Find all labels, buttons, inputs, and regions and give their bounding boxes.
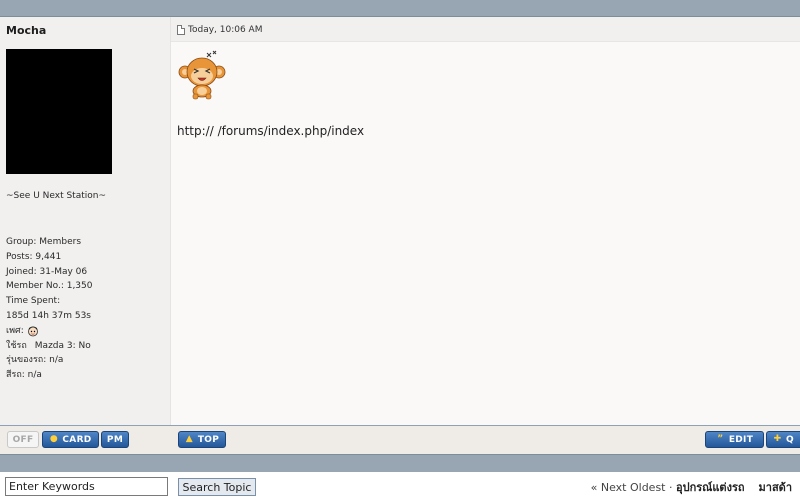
post-header: Today, 10:06 AM xyxy=(171,17,800,42)
post-body-text: http:// /forums/index.php/index xyxy=(177,124,365,138)
top-button[interactable]: ▲ TOP xyxy=(178,431,226,448)
keyword-search-input[interactable] xyxy=(5,477,168,496)
avatar xyxy=(6,49,112,174)
car-value: Mazda 3: No xyxy=(34,340,91,351)
footer: Search Topic « Next Oldest · อุปกรณ์แต่ง… xyxy=(0,472,800,500)
card-button[interactable]: ● CARD xyxy=(42,431,99,448)
post-container: Mocha ~See U Next Station~ Group: Member… xyxy=(0,17,800,425)
quote-button[interactable]: ✚ Q xyxy=(766,431,800,448)
sex-label: เพศ: xyxy=(6,325,24,336)
info-time-spent-label: Time Spent: xyxy=(6,296,61,307)
edit-button[interactable]: ” EDIT xyxy=(705,431,764,448)
document-icon xyxy=(177,25,185,35)
top-button-label: TOP xyxy=(197,434,220,445)
info-sex: เพศ: xyxy=(6,324,92,339)
female-face-icon xyxy=(26,324,40,338)
search-topic-button[interactable]: Search Topic xyxy=(178,478,256,496)
info-posts: Posts: 9,441 xyxy=(6,251,62,262)
post-action-bar: OFF ● CARD PM ▲ TOP ” EDIT ✚ Q xyxy=(0,425,800,454)
off-button[interactable]: OFF xyxy=(7,431,39,448)
topic-navigation: « Next Oldest · อุปกรณ์แต่งรถ มาสด้า xyxy=(591,478,792,496)
info-group: Group: Members xyxy=(6,237,82,247)
info-joined: Joined: 31-May 06 xyxy=(6,266,88,277)
edit-button-label: EDIT xyxy=(728,434,754,445)
info-member-no: Member No.: 1,350 xyxy=(6,281,93,292)
arrow-up-icon: ▲ xyxy=(185,434,193,444)
plus-icon: ✚ xyxy=(773,434,782,444)
next-oldest-link[interactable]: « Next Oldest · xyxy=(591,481,673,494)
monkey-emoticon xyxy=(177,50,227,100)
nav-link-mazda[interactable]: มาสด้า xyxy=(759,481,792,494)
user-icon: ● xyxy=(49,434,58,444)
info-car-color: สีรถ: n/a xyxy=(6,370,42,381)
post-content-panel: Today, 10:06 AM http:// /forums/index.ph… xyxy=(171,17,800,425)
bottom-divider-bar xyxy=(0,454,800,472)
card-button-label: CARD xyxy=(62,434,92,445)
member-title: ~See U Next Station~ xyxy=(6,191,107,201)
info-car-generation: รุ่นของรถ: n/a xyxy=(6,355,64,366)
nav-link-accessories[interactable]: อุปกรณ์แต่งรถ xyxy=(676,481,745,494)
author-name[interactable]: Mocha xyxy=(6,24,46,37)
post-date: Today, 10:06 AM xyxy=(177,25,262,35)
post-date-text: Today, 10:06 AM xyxy=(188,25,263,35)
top-divider-bar xyxy=(0,0,800,17)
info-time-spent-value: 185d 14h 37m 53s xyxy=(6,310,91,321)
quote-button-label: Q xyxy=(786,434,794,445)
member-info: Group: Members Posts: 9,441 Joined: 31-M… xyxy=(6,235,92,383)
car-label: ใช้รถ xyxy=(6,340,27,351)
info-car: ใช้รถ Mazda 3: No xyxy=(6,339,92,354)
quote-marks-icon: ” xyxy=(717,434,724,444)
author-panel: Mocha ~See U Next Station~ Group: Member… xyxy=(0,17,171,425)
pm-button[interactable]: PM xyxy=(101,431,129,448)
